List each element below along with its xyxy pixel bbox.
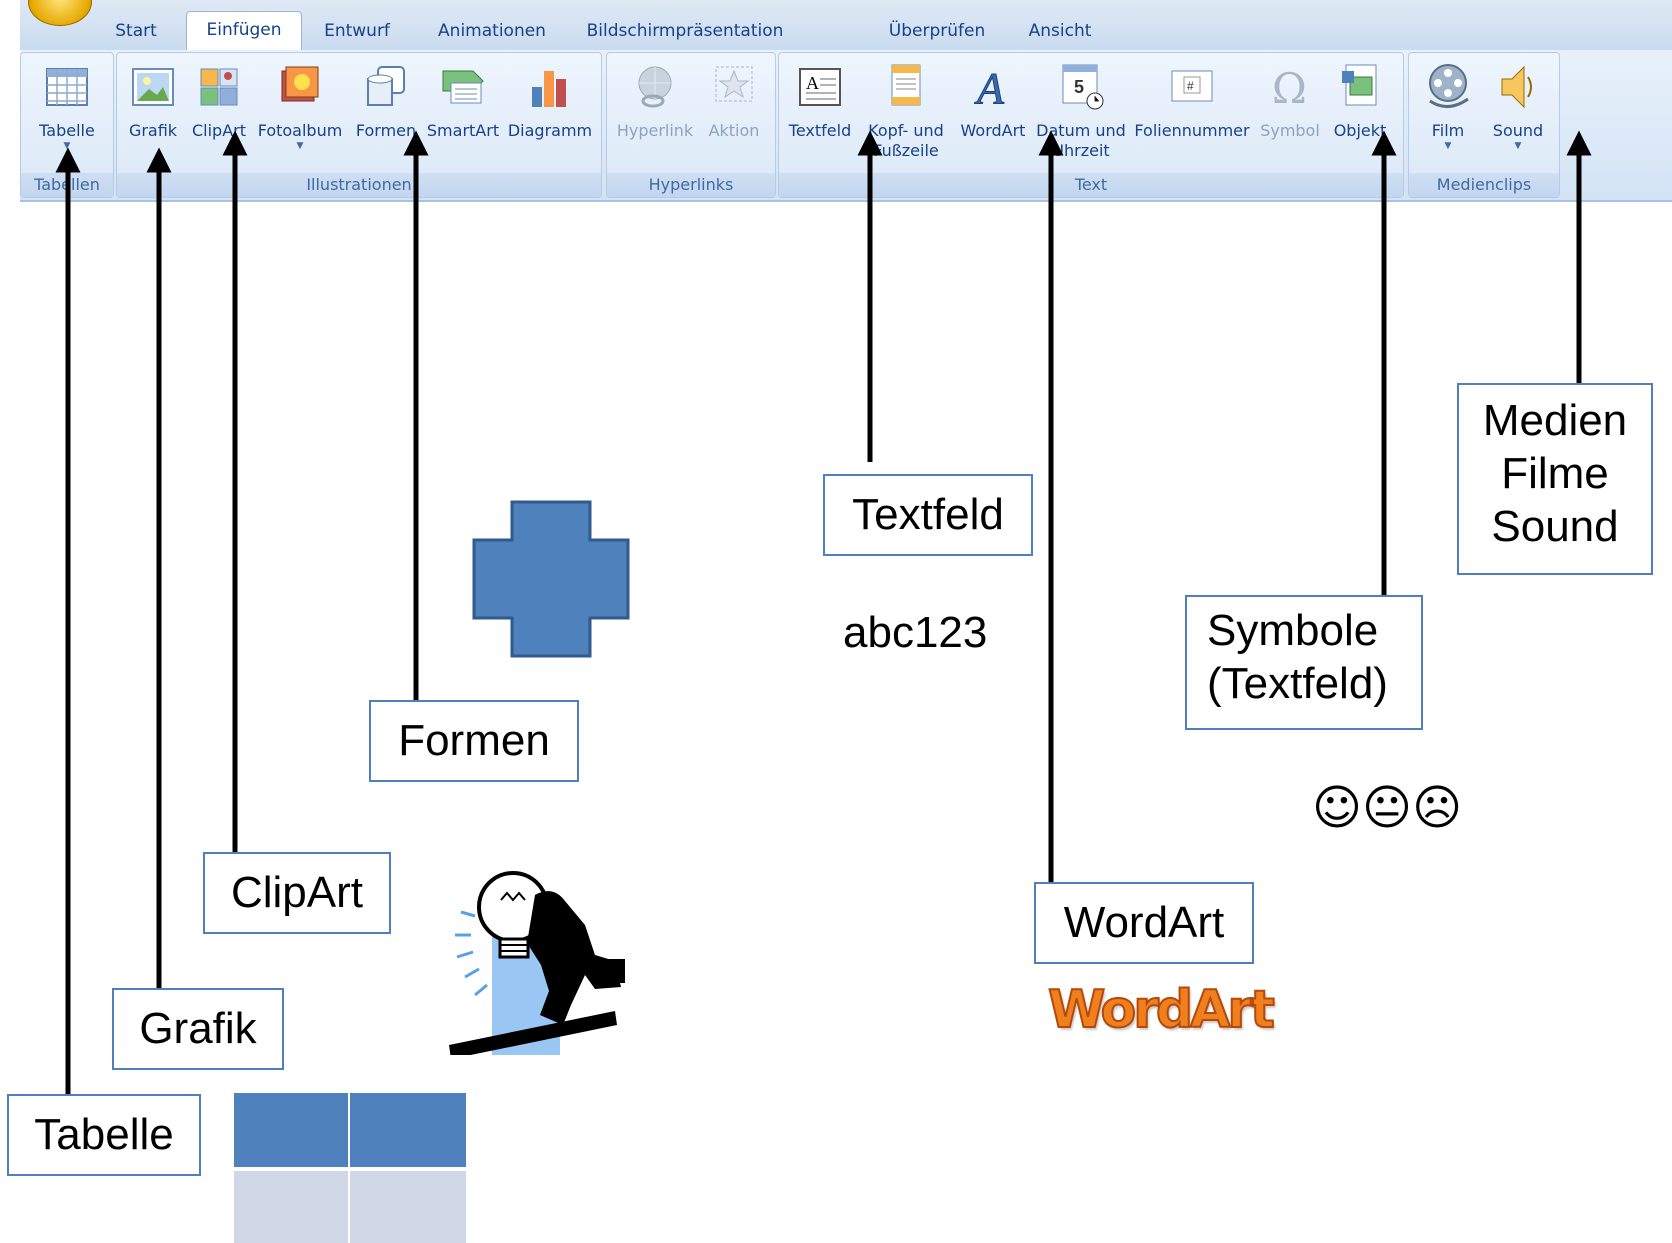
callout-symbole-line2: (Textfeld) <box>1207 658 1388 708</box>
callout-formen: Formen <box>369 700 579 782</box>
callout-symbole-line1: Symbole <box>1207 606 1379 655</box>
callout-medien-line2: Filme <box>1501 448 1609 498</box>
callout-wordart: WordArt <box>1034 882 1254 964</box>
callout-medien-line3: Sound <box>1491 501 1619 551</box>
sample-text[interactable]: abc123 <box>843 608 987 658</box>
cross-shape-sample[interactable] <box>472 500 630 658</box>
smiley-symbols[interactable]: ☺😐☹ <box>1312 780 1462 836</box>
callout-medien: Medien Filme Sound <box>1457 383 1653 575</box>
callout-grafik: Grafik <box>112 988 284 1070</box>
callout-symbole: Symbole (Textfeld) <box>1185 595 1423 730</box>
table-sample[interactable] <box>234 1093 466 1243</box>
wordart-sample[interactable]: WordArt <box>1047 979 1276 1041</box>
callout-tabelle: Tabelle <box>7 1094 201 1176</box>
callout-textfeld: Textfeld <box>823 474 1033 556</box>
callout-clipart: ClipArt <box>203 852 391 934</box>
callout-medien-line1: Medien <box>1482 396 1628 445</box>
clipart-lightbulb-businessman-icon[interactable] <box>445 865 630 1055</box>
